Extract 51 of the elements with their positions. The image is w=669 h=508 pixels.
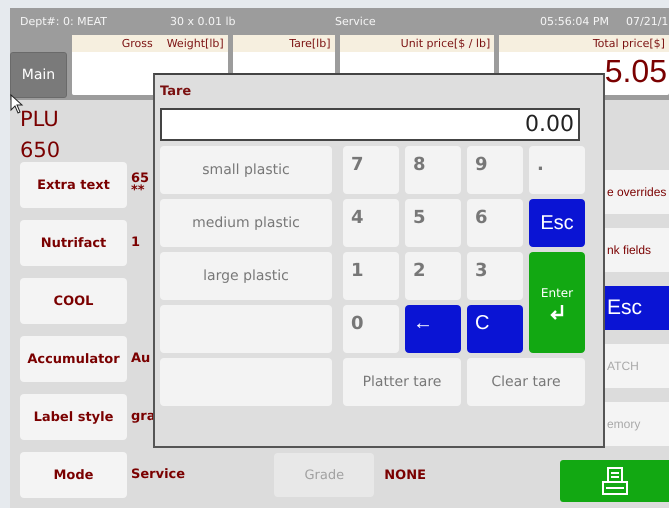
readout-label: Total price[$] xyxy=(499,35,669,52)
field-value: 65 xyxy=(131,173,150,185)
keypad-key[interactable]: Esc xyxy=(529,199,585,247)
field-value: 1 xyxy=(131,237,140,249)
keypad-key[interactable]: C xyxy=(467,305,523,353)
dialog-title: Tare xyxy=(160,84,192,99)
field-button[interactable]: COOL xyxy=(20,278,127,324)
preset-button[interactable]: large plastic xyxy=(160,252,332,300)
tare-input-field[interactable]: 0.00 xyxy=(160,108,580,141)
mode-label: Service xyxy=(335,15,377,28)
keypad-key[interactable]: 8 xyxy=(405,146,461,194)
keypad-key[interactable]: 1 xyxy=(343,252,399,300)
date-label: 07/21/1 xyxy=(626,15,668,28)
field-value: Au xyxy=(131,353,150,365)
keypad-key[interactable]: 9 xyxy=(467,146,523,194)
keypad-key[interactable]: 7 xyxy=(343,146,399,194)
keypad-key[interactable]: 3 xyxy=(467,252,523,300)
field-button[interactable]: Mode xyxy=(20,452,127,498)
keypad-key[interactable]: ← xyxy=(405,305,461,353)
grade-value: NONE xyxy=(384,468,426,482)
readout-value: 5.05 xyxy=(604,53,667,89)
enter-key[interactable]: Enter xyxy=(529,252,585,353)
keypad-key[interactable]: 2 xyxy=(405,252,461,300)
readout-label: Tare[lb] xyxy=(232,35,334,52)
field-button[interactable]: Label style xyxy=(20,394,127,440)
keypad-key[interactable]: 0 xyxy=(343,305,399,353)
keypad-key[interactable]: 5 xyxy=(405,199,461,247)
preset-button[interactable]: medium plastic xyxy=(160,199,332,247)
keypad-key[interactable]: 6 xyxy=(467,199,523,247)
field-button[interactable]: Extra text xyxy=(20,162,127,208)
tare-info-label: 30 x 0.01 lb xyxy=(170,15,237,28)
preset-button[interactable]: small plastic xyxy=(160,146,332,194)
plu-number: 650 xyxy=(20,137,60,164)
plu-label: PLU xyxy=(20,106,59,133)
field-value: Service xyxy=(131,469,186,481)
time-label: 05:56:04 PM xyxy=(540,15,610,28)
field-button[interactable]: Accumulator xyxy=(20,336,127,382)
tare-action-button[interactable]: Platter tare xyxy=(343,358,461,406)
field-button[interactable]: Nutrifact xyxy=(20,220,127,266)
readout-label: Gross Weight[lb] xyxy=(72,35,228,52)
printer-icon xyxy=(602,467,628,495)
keypad-key[interactable]: . xyxy=(529,146,585,194)
main-button[interactable]: Main xyxy=(10,52,67,98)
department-label: Dept#: 0: MEAT xyxy=(20,15,108,28)
mouse-pointer-icon xyxy=(10,94,24,114)
field-value: ** xyxy=(131,185,145,197)
return-arrow-icon xyxy=(549,304,565,320)
readout-label: Unit price[$ / lb] xyxy=(340,35,494,52)
keypad-key[interactable]: 4 xyxy=(343,199,399,247)
print-button[interactable] xyxy=(560,460,669,502)
tare-action-button[interactable]: Clear tare xyxy=(467,358,585,406)
